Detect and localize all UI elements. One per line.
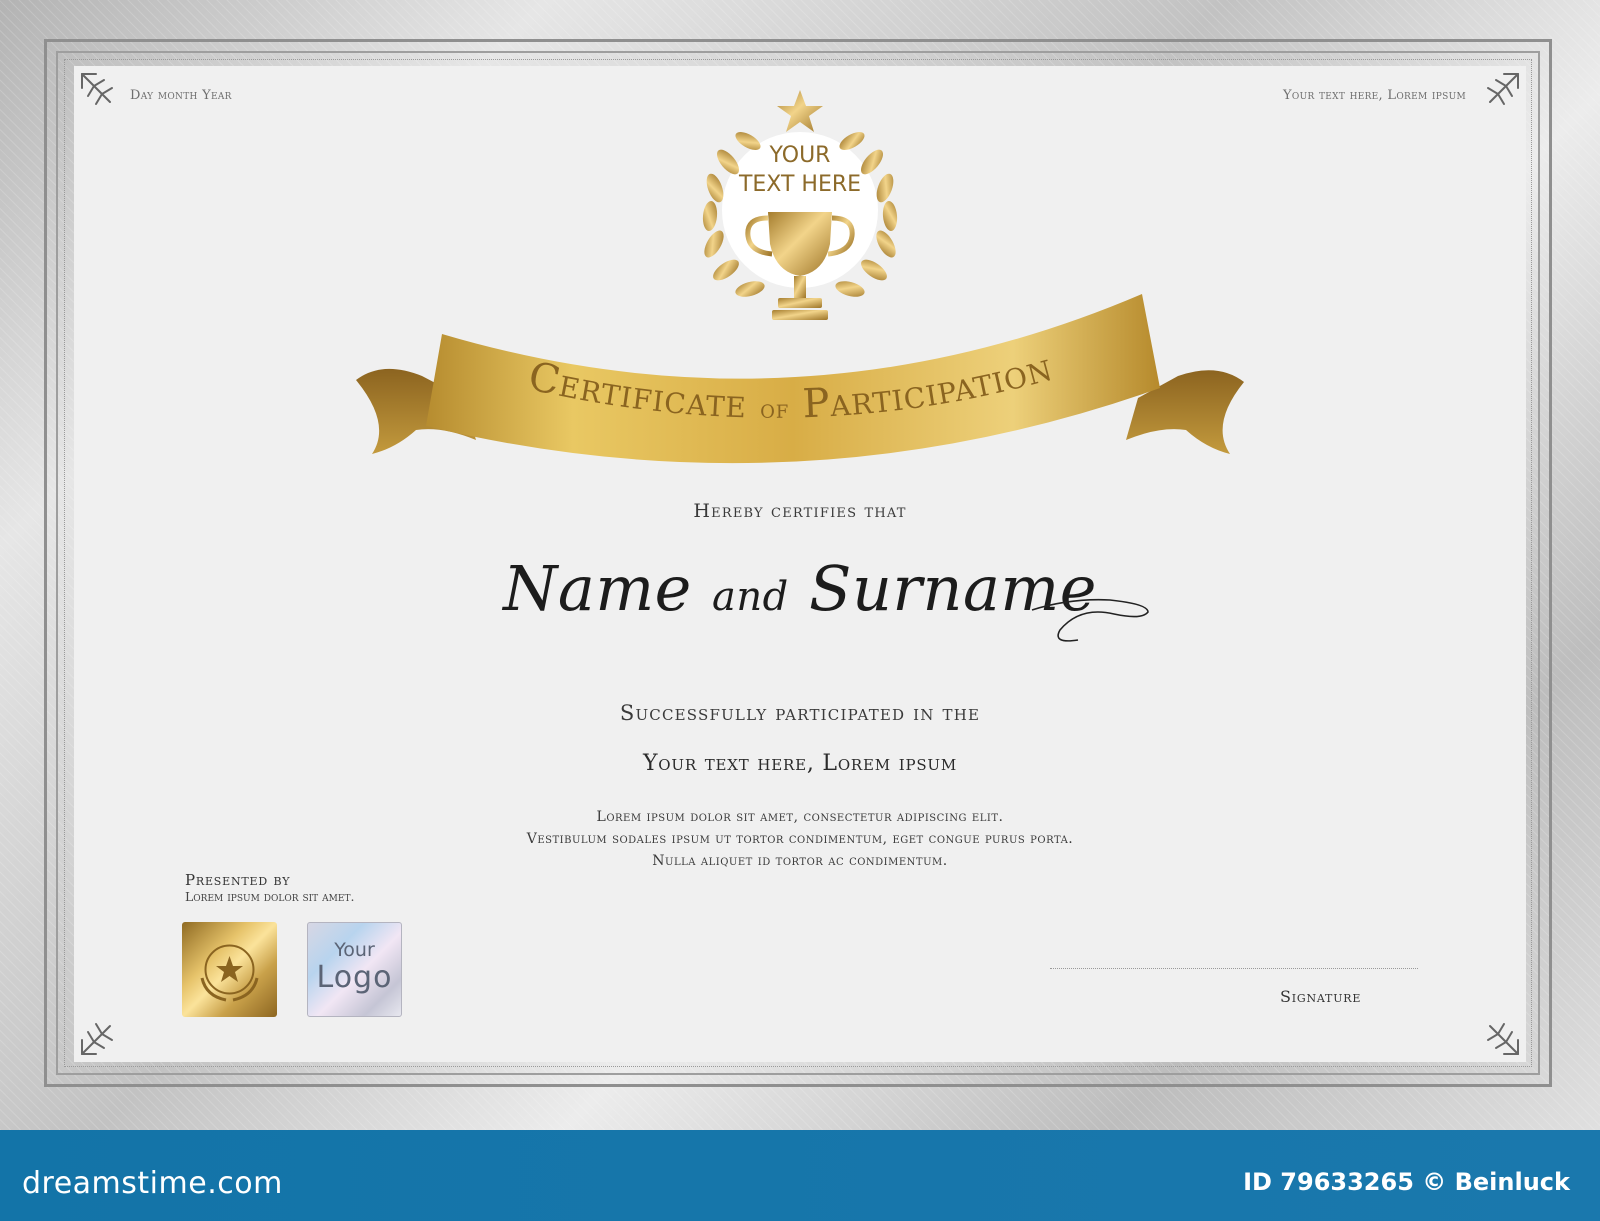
presented-by-label: Presented by xyxy=(185,871,291,889)
corner-ornament-icon xyxy=(81,1023,113,1055)
certificate-body: Lorem ipsum dolor sit amet, consectetur … xyxy=(0,806,1600,872)
gold-seal xyxy=(182,922,277,1017)
participated-text: Successfully participated in the xyxy=(619,701,981,725)
certificate-page: Day month Year Your text here, Lorem ips… xyxy=(0,0,1600,1221)
event-name: Your text here, Lorem ipsum xyxy=(642,751,958,776)
logo-text-line1: Your xyxy=(334,939,375,961)
seal-laurel-icon xyxy=(200,944,259,1002)
footer-brand-text: dreamstime.com xyxy=(22,1166,283,1201)
star-icon xyxy=(777,90,823,132)
corner-ornament-icon xyxy=(1487,1023,1519,1055)
logo-text-line2: Logo xyxy=(316,960,393,995)
signature-line xyxy=(1050,968,1418,969)
body-line: Lorem ipsum dolor sit amet, consectetur … xyxy=(596,809,1004,825)
recipient-name-connector: and xyxy=(712,574,789,620)
emblem-text-line1: YOUR xyxy=(769,143,831,168)
stock-footer-bar: dreamstime.com ID 79633265 © Beinluck xyxy=(0,1130,1600,1221)
name-flourish-icon xyxy=(1031,598,1149,642)
certifies-text: Hereby certifies that xyxy=(693,500,907,522)
presented-by-subtext: Lorem ipsum dolor sit amet. xyxy=(185,889,355,904)
signature-label: Signature xyxy=(1280,987,1362,1006)
recipient-first-name: Name xyxy=(503,552,692,625)
logo-placeholder: Your Logo xyxy=(307,922,402,1017)
body-line: Vestibulum sodales ipsum ut tortor condi… xyxy=(526,831,1074,847)
footer-id-text: ID 79633265 © Beinluck xyxy=(1243,1168,1570,1196)
body-line: Nulla aliquet id tortor ac condimentum. xyxy=(652,853,948,869)
corner-ornament-icon xyxy=(1487,73,1519,105)
emblem-text-line2: TEXT HERE xyxy=(738,172,861,197)
top-right-text: Your text here, Lorem ipsum xyxy=(1283,88,1466,103)
recipient-name: Name and Surname xyxy=(0,552,1600,625)
date-label: Day month Year xyxy=(130,88,232,103)
title-connector: of xyxy=(760,395,789,425)
title-ribbon: Certificate of Participation xyxy=(356,294,1244,464)
corner-ornament-icon xyxy=(81,73,113,105)
